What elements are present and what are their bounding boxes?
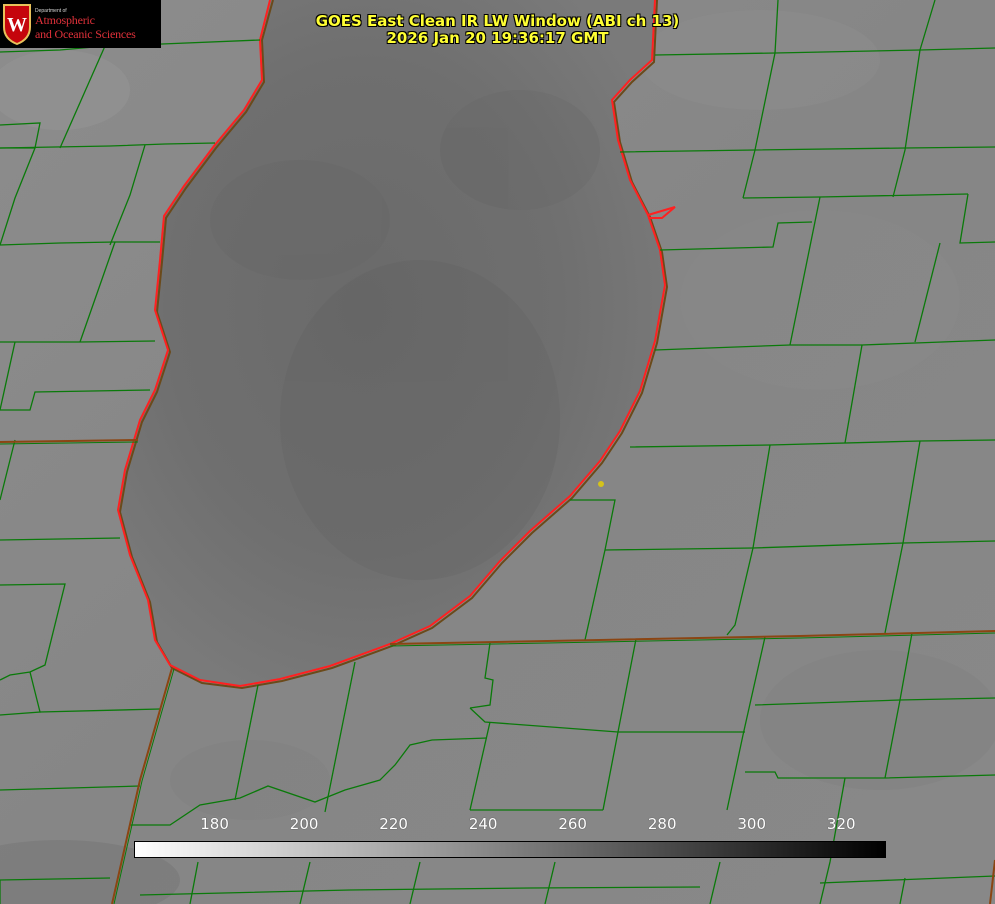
image-title: GOES East Clean IR LW Window (ABI ch 13) [315,12,680,30]
colorbar-tick-300: 300 [737,815,767,833]
colorbar-tick-240: 240 [468,815,498,833]
colorbar-tick-180: 180 [200,815,229,833]
colorbar-tick-260: 260 [558,815,587,833]
image-timestamp: 2026 Jan 20 19:36:17 GMT [386,29,609,47]
colorbar-tick-220: 220 [379,815,408,833]
colorbar-tick-200: 200 [289,815,319,833]
satellite-image-view: W Department of Atmospheric and Oceanic … [0,0,995,904]
colorbar-tick-320: 320 [826,815,856,833]
colorbar [134,841,886,858]
colorbar-tick-280: 280 [647,815,677,833]
satellite-map [0,0,995,904]
location-marker [598,481,604,487]
